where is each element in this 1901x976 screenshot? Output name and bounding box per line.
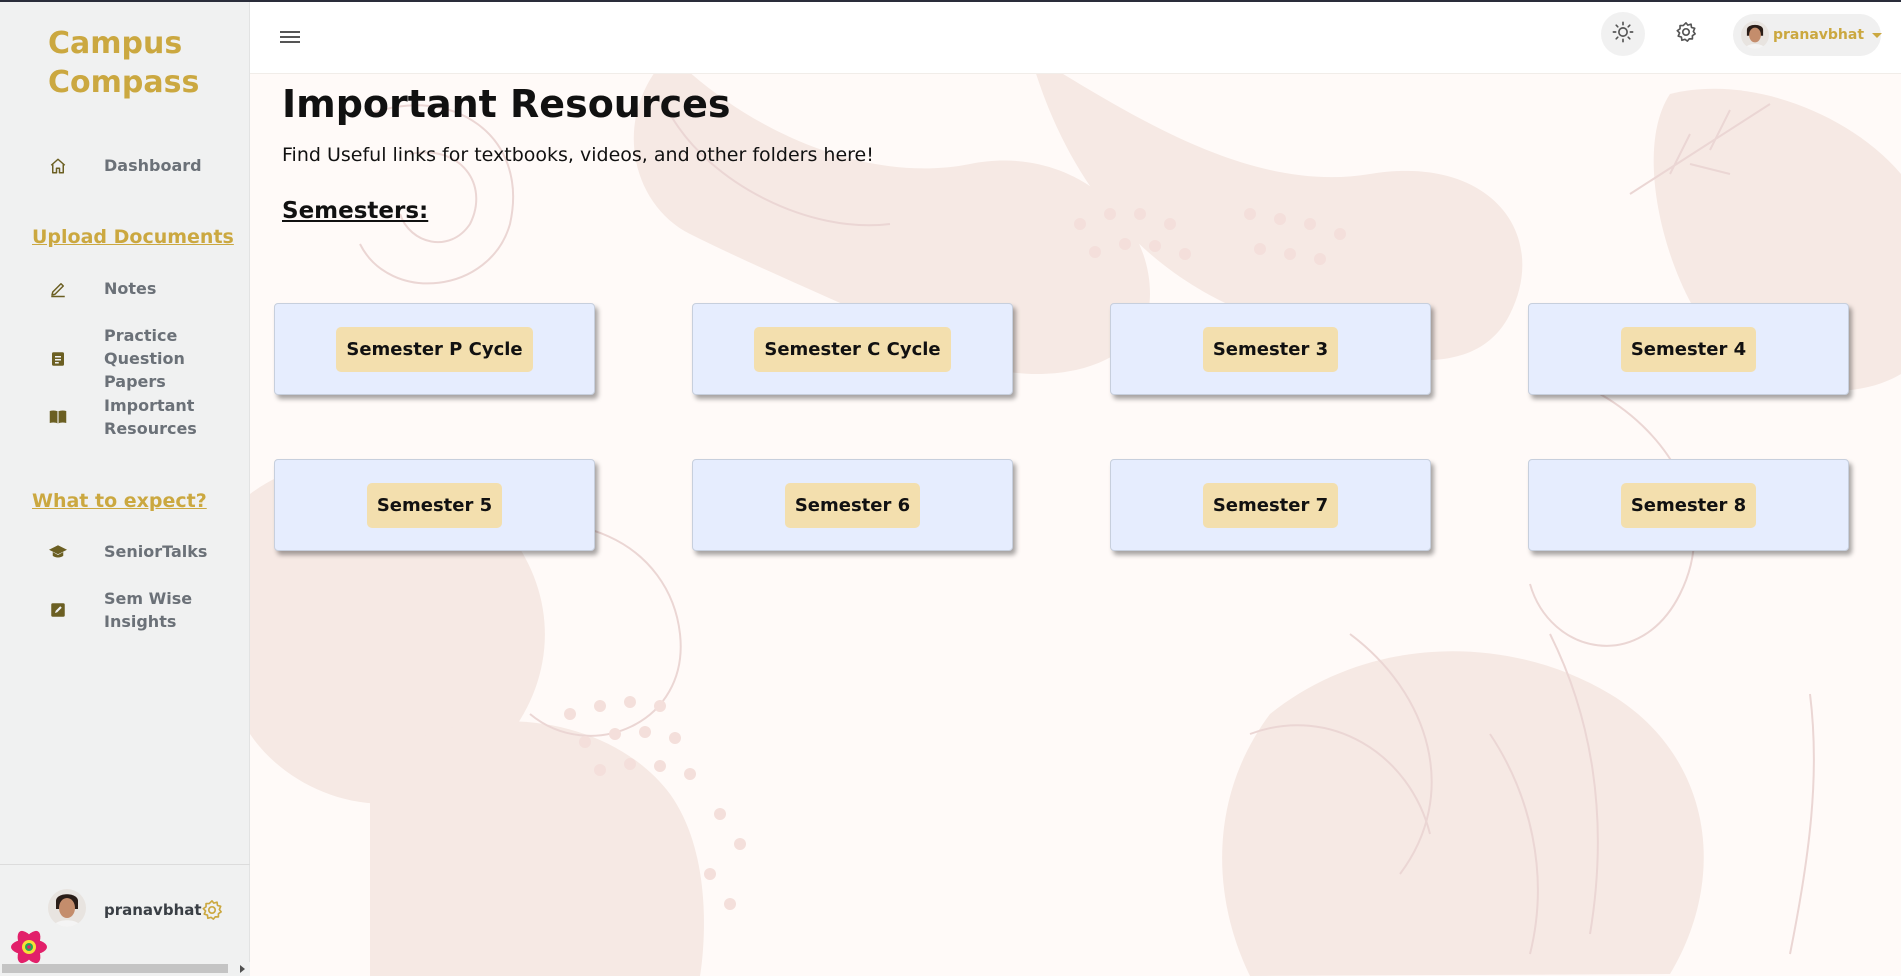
semester-label[interactable]: Semester 8 [1620,482,1757,528]
top-app-bar: pranavbhat [250,2,1901,74]
sidebar-item-label: SeniorTalks [104,542,208,561]
semester-card-c-cycle[interactable]: Semester C Cycle [692,303,1013,395]
semester-card-3[interactable]: Semester 3 [1110,303,1431,395]
semester-card-6[interactable]: Semester 6 [692,459,1013,551]
gear-icon[interactable] [201,899,223,921]
edit-square-icon [32,601,84,619]
semester-label[interactable]: Semester C Cycle [754,326,951,372]
gear-icon [1675,21,1697,48]
sidebar-item-label: Dashboard [104,156,202,175]
page-subtitle: Find Useful links for textbooks, videos,… [282,144,874,166]
avatar [1741,21,1769,49]
sidebar-item-label: Sem Wise Insights [104,589,193,631]
home-icon [32,157,84,175]
section-what-to-expect[interactable]: What to expect? [32,490,207,512]
header-username: pranavbhat [1773,27,1865,43]
section-upload-documents[interactable]: Upload Documents [32,226,234,248]
sidebar-item-practice-question-papers[interactable]: Practice Question Papers [32,324,242,393]
page-title: Important Resources [282,82,731,126]
hamburger-menu-icon[interactable] [280,28,300,46]
avatar[interactable] [48,889,86,927]
brand-line-2: Compass [48,65,200,100]
semester-card-7[interactable]: Semester 7 [1110,459,1431,551]
semester-label[interactable]: Semester 7 [1202,482,1339,528]
main-content: Important Resources Find Useful links fo… [250,74,1901,976]
semester-label[interactable]: Semester P Cycle [336,326,533,372]
sun-icon [1612,21,1634,48]
semesters-heading: Semesters: [282,198,429,224]
semester-card-p-cycle[interactable]: Semester P Cycle [274,303,595,395]
window-top-border [0,0,1901,2]
caret-down-icon [1872,32,1883,38]
semester-label[interactable]: Semester 6 [784,482,921,528]
document-icon [32,350,84,368]
pen-icon [32,280,84,298]
sidebar-item-dashboard[interactable]: Dashboard [32,154,242,177]
user-menu-button[interactable]: pranavbhat [1733,14,1883,56]
react-devtools-badge-icon[interactable] [8,926,50,968]
graduation-cap-icon [32,543,84,561]
sidebar-item-label: Important Resources [104,396,197,438]
brand-line-1: Campus [48,26,183,61]
semester-card-5[interactable]: Semester 5 [274,459,595,551]
sidebar-username: pranavbhat [104,901,202,919]
sidebar-item-label: Notes [104,279,157,298]
sidebar-item-senior-talks[interactable]: SeniorTalks [32,540,242,563]
sidebar: Campus Compass Dashboard Upload Document… [0,0,250,976]
sidebar-item-label: Practice Question Papers [104,326,185,391]
semester-label[interactable]: Semester 4 [1620,326,1757,372]
semester-label[interactable]: Semester 3 [1202,326,1339,372]
sidebar-item-important-resources[interactable]: Important Resources [32,394,242,440]
scroll-right-arrow-icon[interactable] [240,965,245,973]
semester-label[interactable]: Semester 5 [366,482,503,528]
settings-button[interactable] [1664,12,1708,56]
semester-card-4[interactable]: Semester 4 [1528,303,1849,395]
book-icon [32,408,84,426]
brand-logo-text[interactable]: Campus Compass [48,24,199,102]
sidebar-item-sem-wise-insights[interactable]: Sem Wise Insights [32,587,242,633]
sidebar-item-notes[interactable]: Notes [32,277,242,300]
theme-toggle-button[interactable] [1601,12,1645,56]
semester-card-8[interactable]: Semester 8 [1528,459,1849,551]
